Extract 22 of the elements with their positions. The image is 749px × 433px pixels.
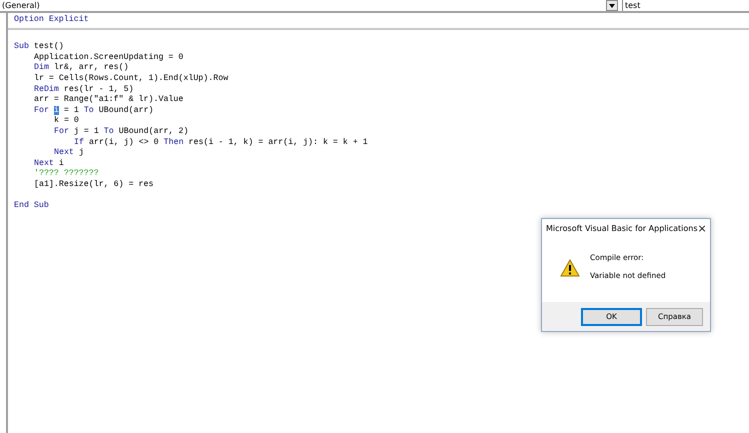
code-line: '???? ??????? [33,169,100,180]
code-line: Next i [33,158,65,169]
dialog-title: Microsoft Visual Basic for Applications [546,224,698,232]
warning-icon [560,259,580,277]
code-line: Option Explicit [14,15,90,26]
code-line: [a1].Resize(lr, 6) = res [33,180,154,190]
procedure-dropdown[interactable]: test [622,0,749,11]
code-line: lr = Cells(Rows.Count, 1).End(xlUp).Row [33,74,230,85]
object-dropdown[interactable]: (General) [0,0,622,11]
code-line: k = 0 [53,116,80,127]
code-line: For i = 1 To UBound(arr) [33,106,155,116]
code-line: Sub test() [14,42,65,53]
close-button[interactable]: × [698,222,707,234]
code-line: Dim lr&, arr, res() [33,63,130,74]
code-line: For j = 1 To UBound(arr, 2) [53,126,190,138]
code-line: arr = Range("a1:f" & lr).Value [33,95,184,106]
code-line: End Sub [14,201,50,212]
code-line: ReDim res(lr - 1, 5) [33,84,135,95]
code-line: Application.ScreenUpdating = 0 [33,52,184,63]
selected-text: i [54,106,59,115]
code-line: If arr(i, j) <> 0 Then res(i - 1, k) = arr(i, j): k = k + 1 [73,138,369,148]
code-line: Next j [53,148,85,159]
